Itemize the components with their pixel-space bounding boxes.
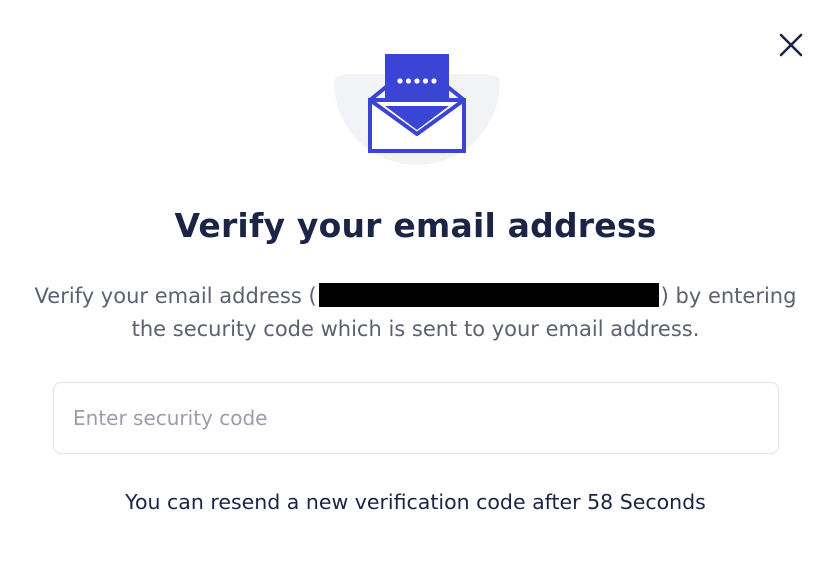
close-button[interactable] <box>772 26 810 64</box>
security-code-input[interactable] <box>53 382 779 454</box>
verify-email-dialog: Verify your email address Verify your em… <box>0 0 831 587</box>
close-icon[interactable] <box>778 32 804 58</box>
dialog-title: Verify your email address <box>174 206 657 245</box>
email-envelope-icon <box>334 54 500 165</box>
description-text-start: Verify your email address ( <box>34 284 317 308</box>
email-illustration <box>322 44 512 194</box>
dialog-description: Verify your email address () by entering… <box>30 280 801 346</box>
redacted-email <box>318 283 659 307</box>
resend-countdown-text: You can resend a new verification code a… <box>125 490 706 514</box>
